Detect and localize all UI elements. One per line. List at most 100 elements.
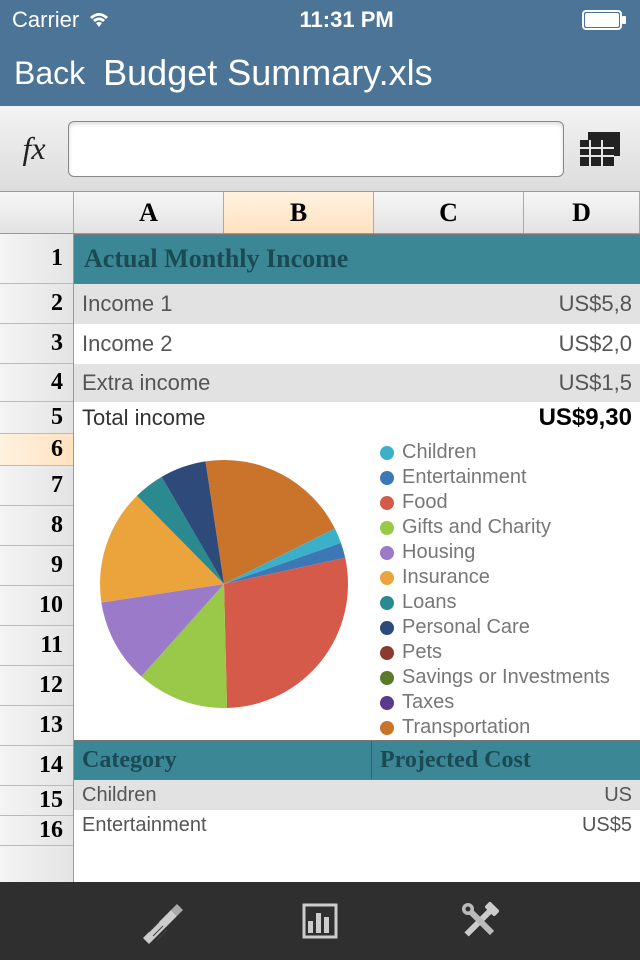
legend-label: Taxes bbox=[402, 690, 454, 715]
row-header-6[interactable]: 6 bbox=[0, 434, 73, 466]
column-header-C[interactable]: C bbox=[374, 192, 524, 233]
carrier-label: Carrier bbox=[12, 7, 79, 33]
cell-value: US bbox=[372, 784, 632, 807]
income-row[interactable]: Extra income US$1,5 bbox=[74, 364, 640, 402]
legend-label: Transportation bbox=[402, 715, 530, 740]
formula-input[interactable] bbox=[68, 121, 564, 177]
legend-swatch bbox=[380, 721, 394, 735]
tools-icon bbox=[457, 898, 503, 944]
cell-value: US$2,0 bbox=[559, 331, 632, 357]
fx-label: fx bbox=[10, 130, 58, 167]
legend-item: Transportation bbox=[380, 715, 640, 740]
cell-label: Entertainment bbox=[82, 814, 372, 837]
legend-label: Pets bbox=[402, 640, 442, 665]
section-header-income: Actual Monthly Income bbox=[74, 234, 640, 284]
legend-swatch bbox=[380, 596, 394, 610]
column-header-B[interactable]: B bbox=[224, 192, 374, 233]
legend-swatch bbox=[380, 446, 394, 460]
legend-item: Food bbox=[380, 490, 640, 515]
row-header-5[interactable]: 5 bbox=[0, 402, 73, 434]
pie-slice bbox=[224, 558, 348, 708]
legend-swatch bbox=[380, 546, 394, 560]
legend-item: Children bbox=[380, 440, 640, 465]
legend-swatch bbox=[380, 521, 394, 535]
row-header-9[interactable]: 9 bbox=[0, 546, 73, 586]
legend-label: Personal Care bbox=[402, 615, 530, 640]
column-headers: ABCD bbox=[0, 192, 640, 234]
pie-chart bbox=[74, 434, 374, 734]
legend-label: Entertainment bbox=[402, 465, 527, 490]
nav-bar: Back Budget Summary.xls bbox=[0, 40, 640, 106]
row-header-8[interactable]: 8 bbox=[0, 506, 73, 546]
category-row[interactable]: Children US bbox=[74, 780, 640, 810]
row-header-3[interactable]: 3 bbox=[0, 324, 73, 364]
cell-value: US$5,8 bbox=[559, 291, 632, 317]
battery-icon bbox=[582, 10, 628, 30]
chart-icon bbox=[298, 899, 342, 943]
legend-swatch bbox=[380, 671, 394, 685]
row-header-10[interactable]: 10 bbox=[0, 586, 73, 626]
bottom-toolbar bbox=[0, 882, 640, 960]
legend-item: Insurance bbox=[380, 565, 640, 590]
legend-item: Gifts and Charity bbox=[380, 515, 640, 540]
legend-label: Insurance bbox=[402, 565, 490, 590]
row-header-4[interactable]: 4 bbox=[0, 364, 73, 402]
column-header-D[interactable]: D bbox=[524, 192, 640, 233]
legend-item: Loans bbox=[380, 590, 640, 615]
legend-item: Savings or Investments bbox=[380, 665, 640, 690]
status-time: 11:31 PM bbox=[300, 7, 394, 33]
row-header-12[interactable]: 12 bbox=[0, 666, 73, 706]
legend-item: Entertainment bbox=[380, 465, 640, 490]
total-income-row[interactable]: Total income US$9,30 bbox=[74, 402, 640, 434]
sheet-area: 12345678910111213141516 Actual Monthly I… bbox=[0, 234, 640, 882]
legend-item: Personal Care bbox=[380, 615, 640, 640]
cell-value: US$9,30 bbox=[539, 404, 632, 432]
legend-label: Food bbox=[402, 490, 448, 515]
legend-swatch bbox=[380, 696, 394, 710]
row-header-14[interactable]: 14 bbox=[0, 746, 73, 786]
row-header-1[interactable]: 1 bbox=[0, 234, 73, 284]
category-header-row: Category Projected Cost bbox=[74, 740, 640, 780]
wifi-icon bbox=[87, 11, 111, 29]
legend-label: Gifts and Charity bbox=[402, 515, 551, 540]
cell-value: US$1,5 bbox=[559, 370, 632, 396]
legend-swatch bbox=[380, 646, 394, 660]
back-button[interactable]: Back bbox=[14, 55, 85, 92]
category-row[interactable]: Entertainment US$5 bbox=[74, 810, 640, 840]
cell-label: Total income bbox=[82, 405, 539, 431]
cell-label: Children bbox=[82, 784, 372, 807]
row-header-7[interactable]: 7 bbox=[0, 466, 73, 506]
chart-button[interactable] bbox=[290, 891, 350, 951]
legend-item: Pets bbox=[380, 640, 640, 665]
cells-area[interactable]: Actual Monthly Income Income 1 US$5,8 In… bbox=[74, 234, 640, 882]
column-header-A[interactable]: A bbox=[74, 192, 224, 233]
legend-swatch bbox=[380, 571, 394, 585]
legend-label: Loans bbox=[402, 590, 457, 615]
row-header-15[interactable]: 15 bbox=[0, 786, 73, 816]
legend-item: Taxes bbox=[380, 690, 640, 715]
section-title: Actual Monthly Income bbox=[84, 244, 348, 274]
row-header-13[interactable]: 13 bbox=[0, 706, 73, 746]
row-header-11[interactable]: 11 bbox=[0, 626, 73, 666]
income-row[interactable]: Income 1 US$5,8 bbox=[74, 284, 640, 324]
row-headers: 12345678910111213141516 bbox=[0, 234, 74, 882]
sheets-button[interactable] bbox=[574, 127, 630, 171]
legend-swatch bbox=[380, 621, 394, 635]
legend-label: Housing bbox=[402, 540, 475, 565]
cell-label: Income 1 bbox=[82, 291, 559, 317]
cell-label: Income 2 bbox=[82, 331, 559, 357]
row-header-16[interactable]: 16 bbox=[0, 816, 73, 846]
format-button[interactable] bbox=[130, 891, 190, 951]
corner-cell[interactable] bbox=[0, 192, 74, 233]
sheets-icon bbox=[580, 132, 624, 166]
formula-bar: fx bbox=[0, 106, 640, 192]
page-title: Budget Summary.xls bbox=[103, 52, 432, 94]
income-row[interactable]: Income 2 US$2,0 bbox=[74, 324, 640, 364]
col-category: Category bbox=[74, 741, 372, 779]
row-header-2[interactable]: 2 bbox=[0, 284, 73, 324]
legend-swatch bbox=[380, 471, 394, 485]
legend-label: Children bbox=[402, 440, 476, 465]
format-icon bbox=[137, 898, 183, 944]
tools-button[interactable] bbox=[450, 891, 510, 951]
legend-label: Savings or Investments bbox=[402, 665, 610, 690]
